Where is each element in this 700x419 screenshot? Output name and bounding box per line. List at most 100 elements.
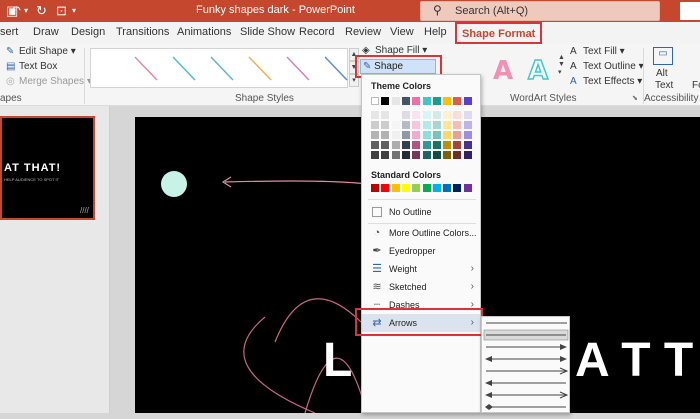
window-controls[interactable] bbox=[680, 2, 700, 20]
arrow-style-left-right-open[interactable] bbox=[485, 391, 569, 399]
theme-color-shade-swatch[interactable] bbox=[443, 141, 452, 149]
tab-view[interactable]: View bbox=[390, 26, 414, 38]
theme-color-shade-swatch[interactable] bbox=[432, 131, 441, 139]
theme-color-swatch[interactable] bbox=[412, 97, 421, 105]
theme-color-shade-swatch[interactable] bbox=[371, 111, 379, 119]
arrow-line-shape[interactable] bbox=[224, 180, 376, 186]
theme-color-shade-swatch[interactable] bbox=[463, 121, 472, 129]
merge-shapes-button[interactable]: ◎ Merge Shapes ▾ bbox=[6, 76, 92, 87]
theme-color-shade-swatch[interactable] bbox=[371, 131, 379, 139]
text-box-button[interactable]: ▤ Text Box bbox=[6, 61, 57, 72]
theme-color-swatch[interactable] bbox=[453, 97, 462, 105]
tab-insert[interactable]: sert bbox=[0, 26, 18, 38]
theme-color-shade-swatch[interactable] bbox=[463, 151, 472, 159]
theme-color-shade-swatch[interactable] bbox=[381, 151, 390, 159]
standard-color-swatch[interactable] bbox=[432, 184, 441, 192]
wordart-style-pink[interactable]: A bbox=[493, 56, 513, 86]
theme-color-shade-swatch[interactable] bbox=[401, 151, 410, 159]
weight-item[interactable]: ☰ Weight › bbox=[362, 260, 480, 278]
standard-color-swatch[interactable] bbox=[422, 184, 431, 192]
customize-toolbar-icon[interactable]: ▾ bbox=[72, 3, 76, 19]
theme-color-shade-swatch[interactable] bbox=[401, 141, 410, 149]
theme-color-swatch[interactable] bbox=[401, 97, 410, 105]
wordart-more-icon[interactable]: ▲ ▼ ▾ bbox=[558, 54, 565, 76]
text-fill-button[interactable]: A Text Fill ▾ bbox=[570, 46, 625, 57]
tab-draw[interactable]: Draw bbox=[33, 26, 59, 38]
theme-color-shade-swatch[interactable] bbox=[443, 121, 452, 129]
theme-color-shade-swatch[interactable] bbox=[401, 121, 410, 129]
theme-color-swatch[interactable] bbox=[391, 97, 400, 105]
theme-color-shade-swatch[interactable] bbox=[432, 151, 441, 159]
redo-icon[interactable]: ↻ bbox=[36, 3, 47, 19]
standard-color-swatch[interactable] bbox=[371, 184, 379, 192]
theme-color-swatch[interactable] bbox=[443, 97, 452, 105]
arrow-style-open-right[interactable] bbox=[486, 367, 569, 375]
style-line-magenta[interactable] bbox=[286, 56, 310, 81]
theme-color-shade-swatch[interactable] bbox=[422, 131, 431, 139]
slideshow-icon[interactable]: ⊡ bbox=[56, 3, 67, 19]
theme-color-shade-swatch[interactable] bbox=[453, 111, 462, 119]
theme-color-shade-swatch[interactable] bbox=[391, 121, 400, 129]
theme-color-shade-swatch[interactable] bbox=[381, 131, 390, 139]
tab-transitions[interactable]: Transitions bbox=[116, 26, 169, 38]
standard-color-swatch[interactable] bbox=[412, 184, 421, 192]
theme-color-shade-swatch[interactable] bbox=[443, 111, 452, 119]
theme-color-shade-swatch[interactable] bbox=[463, 141, 472, 149]
edit-shape-button[interactable]: ✎ Edit Shape ▾ bbox=[6, 46, 76, 57]
style-line-blue[interactable] bbox=[324, 56, 348, 81]
theme-color-shade-swatch[interactable] bbox=[443, 151, 452, 159]
arrow-style-left[interactable] bbox=[485, 380, 566, 386]
theme-color-shade-swatch[interactable] bbox=[422, 151, 431, 159]
tab-record[interactable]: Record bbox=[299, 26, 334, 38]
search-input[interactable]: ⚲ Search (Alt+Q) bbox=[420, 1, 660, 21]
theme-color-shade-swatch[interactable] bbox=[401, 111, 410, 119]
tab-review[interactable]: Review bbox=[345, 26, 381, 38]
theme-color-shade-swatch[interactable] bbox=[432, 111, 441, 119]
tab-slide-show[interactable]: Slide Show bbox=[240, 26, 295, 38]
tab-design[interactable]: Design bbox=[71, 26, 105, 38]
theme-color-shade-swatch[interactable] bbox=[391, 111, 400, 119]
theme-color-shade-swatch[interactable] bbox=[412, 121, 421, 129]
standard-color-swatch[interactable] bbox=[391, 184, 400, 192]
theme-color-shade-swatch[interactable] bbox=[453, 141, 462, 149]
theme-color-shade-swatch[interactable] bbox=[422, 121, 431, 129]
shape-styles-gallery[interactable] bbox=[90, 48, 348, 88]
slide-thumbnail[interactable]: AT THAT! HELP AUDIENCE TO SPOT IT //// bbox=[0, 116, 95, 220]
theme-color-shade-swatch[interactable] bbox=[432, 141, 441, 149]
tab-help[interactable]: Help bbox=[424, 26, 447, 38]
theme-color-swatch[interactable] bbox=[422, 97, 431, 105]
tab-shape-format[interactable]: Shape Format bbox=[455, 22, 543, 44]
theme-color-shade-swatch[interactable] bbox=[453, 121, 462, 129]
theme-color-shade-swatch[interactable] bbox=[401, 131, 410, 139]
alt-text-button-line2[interactable]: Text bbox=[655, 80, 673, 91]
theme-color-swatch[interactable] bbox=[381, 97, 390, 105]
theme-color-shade-swatch[interactable] bbox=[381, 111, 390, 119]
theme-color-shade-swatch[interactable] bbox=[412, 131, 421, 139]
theme-color-shade-swatch[interactable] bbox=[412, 141, 421, 149]
theme-color-shade-swatch[interactable] bbox=[371, 141, 379, 149]
theme-color-shade-swatch[interactable] bbox=[412, 111, 421, 119]
standard-color-swatch[interactable] bbox=[381, 184, 390, 192]
theme-color-shade-swatch[interactable] bbox=[432, 121, 441, 129]
style-line-cyan[interactable] bbox=[210, 56, 234, 81]
arrow-style-both[interactable] bbox=[485, 356, 567, 362]
arrow-style-diamond[interactable] bbox=[485, 404, 566, 410]
theme-color-shade-swatch[interactable] bbox=[412, 151, 421, 159]
standard-color-swatch[interactable] bbox=[443, 184, 452, 192]
theme-color-swatch[interactable] bbox=[432, 97, 441, 105]
theme-color-shade-swatch[interactable] bbox=[453, 131, 462, 139]
style-line-pink[interactable] bbox=[134, 56, 158, 81]
tab-animations[interactable]: Animations bbox=[177, 26, 231, 38]
alt-text-button-line1[interactable]: Alt bbox=[656, 68, 668, 79]
undo-icon[interactable]: ↶ bbox=[10, 3, 21, 19]
theme-color-shade-swatch[interactable] bbox=[422, 141, 431, 149]
theme-color-shade-swatch[interactable] bbox=[422, 111, 431, 119]
standard-color-swatch[interactable] bbox=[401, 184, 410, 192]
arrow-style-right[interactable] bbox=[486, 344, 567, 350]
wordart-style-outline[interactable]: A bbox=[527, 55, 549, 87]
mint-circle-shape[interactable] bbox=[161, 171, 187, 197]
text-outline-button[interactable]: A Text Outline ▾ bbox=[570, 61, 644, 72]
style-line-orange[interactable] bbox=[248, 56, 272, 81]
style-line-teal[interactable] bbox=[172, 56, 196, 81]
text-effects-button[interactable]: A Text Effects ▾ bbox=[570, 76, 642, 87]
